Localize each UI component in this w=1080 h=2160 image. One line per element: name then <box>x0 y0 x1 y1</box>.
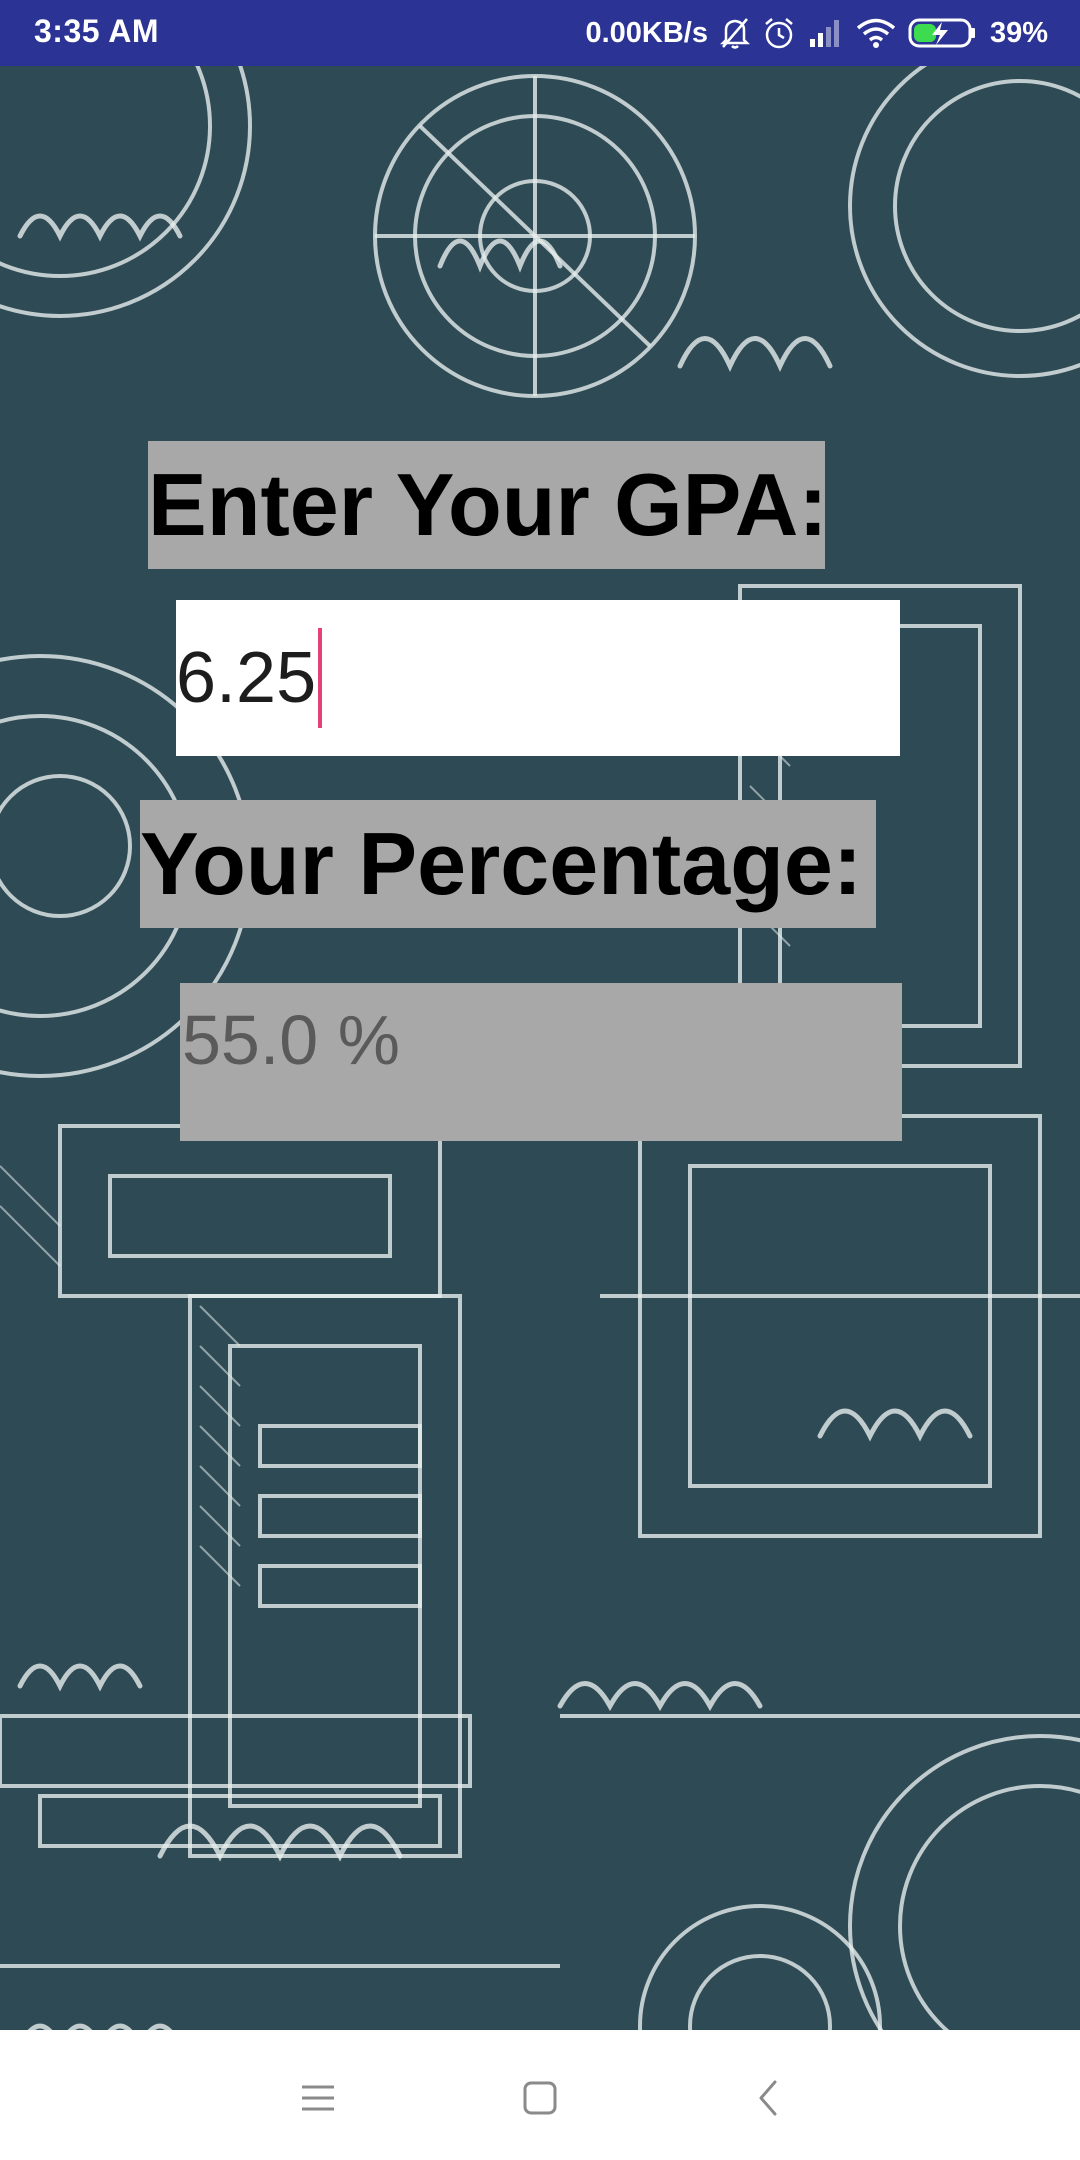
status-bar: 3:35 AM 0.00KB/s 39% <box>0 0 1080 66</box>
signal-icon <box>808 17 844 49</box>
back-button[interactable] <box>733 2065 803 2135</box>
gpa-input[interactable]: 6.25 <box>176 600 900 756</box>
text-cursor <box>318 628 323 728</box>
back-icon <box>753 2078 783 2123</box>
gpa-input-value: 6.25 <box>176 638 317 718</box>
app-content: Enter Your GPA: 6.25 Your Percentage: 55… <box>0 66 1080 2030</box>
battery-charging-icon <box>908 17 978 49</box>
home-button[interactable] <box>505 2065 575 2135</box>
gpa-heading: Enter Your GPA: <box>148 441 825 569</box>
wifi-icon <box>856 17 896 49</box>
menu-icon <box>298 2081 338 2120</box>
home-icon <box>521 2079 559 2122</box>
navigation-bar <box>0 2030 1080 2160</box>
status-icons: 0.00KB/s 39% <box>585 10 1048 56</box>
menu-button[interactable] <box>283 2065 353 2135</box>
percentage-output: 55.0 % <box>180 983 902 1141</box>
network-speed: 0.00KB/s <box>585 16 708 49</box>
mute-bell-icon <box>719 16 750 50</box>
status-time: 3:35 AM <box>34 13 160 49</box>
alarm-icon <box>762 16 796 50</box>
percentage-heading: Your Percentage: <box>140 800 876 928</box>
battery-percent: 39% <box>989 16 1048 49</box>
